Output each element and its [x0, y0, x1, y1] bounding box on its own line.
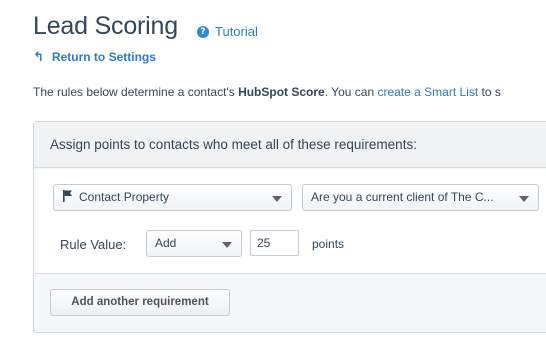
operator-value: Add — [155, 236, 177, 250]
return-arrow-icon: ↰ — [33, 49, 44, 65]
description-suffix: to s — [478, 85, 501, 99]
return-label: Return to Settings — [51, 50, 156, 64]
chevron-down-icon — [272, 196, 282, 202]
property-type-value: Contact Property — [79, 190, 170, 204]
panel-header: Assign points to contacts who meet all o… — [34, 122, 546, 168]
flag-icon — [63, 190, 72, 203]
lead-scoring-page: Lead Scoring ? Tutorial ↰ Return to Sett… — [0, 0, 546, 346]
operator-select[interactable]: Add — [146, 230, 242, 257]
help-circle-icon: ? — [197, 25, 209, 38]
chevron-down-icon — [519, 196, 529, 202]
create-smart-list-link[interactable]: create a Smart List — [377, 85, 478, 99]
description-prefix: The rules below determine a contact's — [33, 85, 239, 99]
tutorial-label: Tutorial — [215, 24, 258, 39]
requirements-panel: Assign points to contacts who meet all o… — [33, 121, 546, 333]
add-requirement-button[interactable]: Add another requirement — [50, 289, 230, 316]
description-text: The rules below determine a contact's Hu… — [33, 85, 501, 99]
points-label: points — [312, 237, 345, 251]
chevron-down-icon — [222, 242, 232, 248]
property-type-select[interactable]: Contact Property — [53, 184, 292, 211]
description-bold: HubSpot Score — [238, 85, 325, 99]
property-question-select[interactable]: Are you a current client of The C... — [302, 184, 539, 211]
points-input[interactable]: 25 — [250, 230, 299, 256]
return-to-settings-link[interactable]: ↰ Return to Settings — [33, 50, 156, 64]
page-title: Lead Scoring — [33, 12, 178, 40]
description-middle: . You can — [324, 85, 378, 99]
property-question-value: Are you a current client of The C... — [311, 190, 494, 204]
rule-value-label: Rule Value: — [60, 237, 127, 252]
tutorial-link[interactable]: ? Tutorial — [197, 24, 258, 39]
